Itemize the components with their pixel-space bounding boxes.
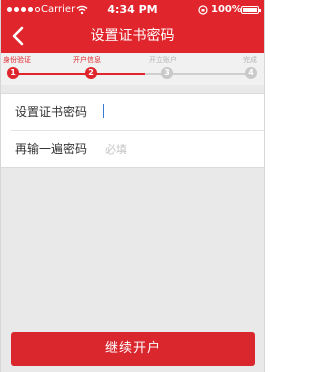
page-title: 设置证书密码 — [90, 28, 175, 44]
password-form: 设置证书密码 再输一遍密码 — [1, 93, 264, 168]
step-circle-2: 2 — [85, 67, 97, 79]
step-label-complete: 完成 — [243, 56, 257, 64]
password-row: 设置证书密码 — [1, 94, 264, 130]
step-label-open-account: 开立账户 — [149, 56, 177, 64]
step-circle-3: 3 — [161, 67, 173, 79]
step-circle-1: 1 — [7, 67, 19, 79]
password-input[interactable] — [101, 101, 255, 123]
step-label-identity: 身份验证 — [3, 56, 31, 64]
battery-icon — [241, 6, 261, 14]
confirm-password-input[interactable] — [101, 138, 255, 160]
confirm-password-row: 再输一遍密码 — [11, 130, 264, 167]
rotation-lock-icon — [198, 5, 208, 15]
step-label-info: 开户信息 — [73, 56, 101, 64]
progress-steps: 身份验证 开户信息 开立账户 完成 1 2 3 4 — [1, 53, 264, 85]
screen: Carrier 4:34 PM 100% 设置证书密码 身份验证 开户信息 开立… — [0, 0, 265, 372]
header: Carrier 4:34 PM 100% 设置证书密码 — [1, 0, 264, 53]
confirm-password-label: 再输一遍密码 — [15, 142, 88, 156]
progress-track-done — [13, 73, 145, 75]
status-bar: Carrier 4:34 PM 100% — [1, 0, 264, 20]
password-label: 设置证书密码 — [15, 105, 88, 119]
continue-button[interactable]: 继续开户 — [11, 332, 255, 366]
battery-percentage: 100% — [211, 4, 242, 15]
text-cursor — [103, 104, 104, 118]
navigation-bar: 设置证书密码 — [1, 20, 264, 53]
step-circle-4: 4 — [245, 67, 257, 79]
